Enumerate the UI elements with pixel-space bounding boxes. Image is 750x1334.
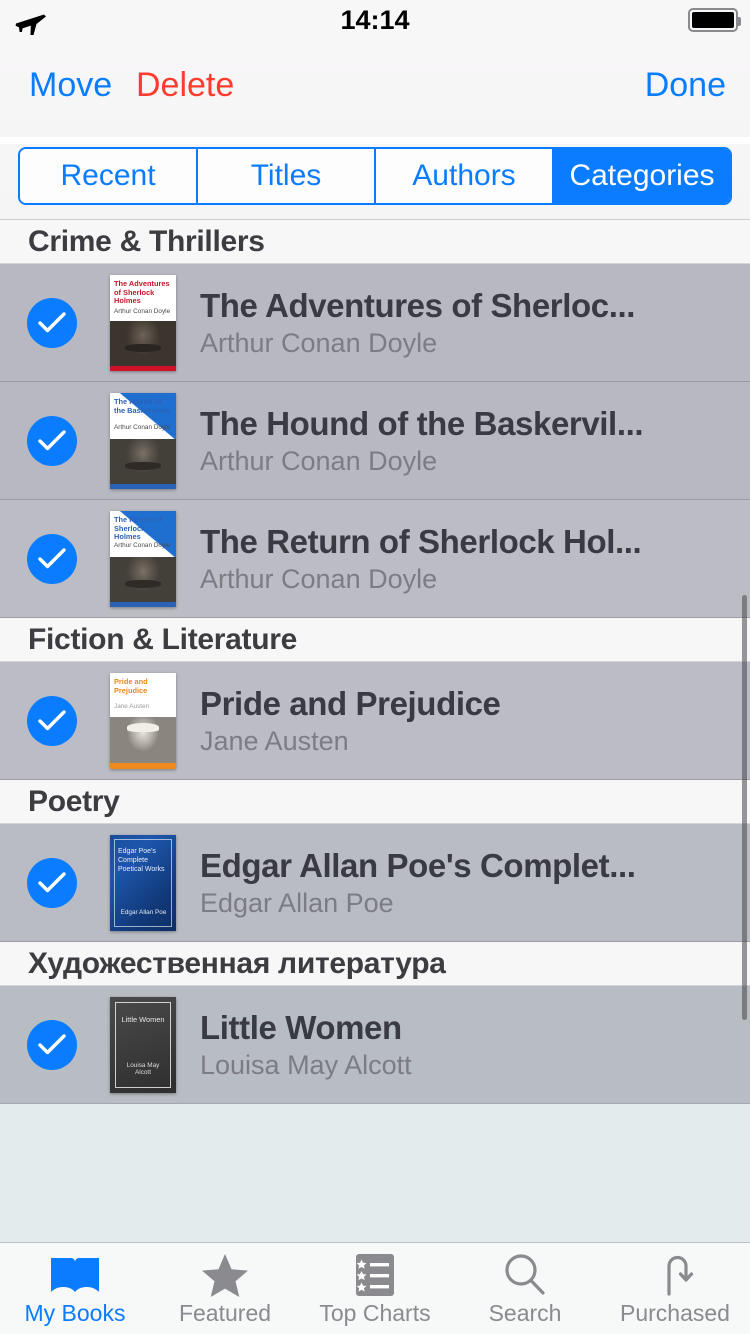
table-row[interactable]: The Hound of the Baskervilles Arthur Con…: [0, 382, 750, 500]
section-header-poetry: Poetry: [0, 780, 750, 824]
book-cover: The Return of Sherlock Holmes Arthur Con…: [110, 511, 176, 607]
tab-label: Purchased: [620, 1300, 730, 1326]
book-cover: Pride and Prejudice Jane Austen: [110, 673, 176, 769]
tab-bar: My Books Featured Top Charts Search Purc…: [0, 1242, 750, 1334]
book-title: Little Women: [200, 1009, 402, 1046]
tab-top-charts[interactable]: Top Charts: [300, 1243, 450, 1334]
book-author: Louisa May Alcott: [200, 1050, 412, 1080]
book-author: Edgar Allan Poe: [200, 888, 394, 918]
cover-title: Pride and Prejudice: [114, 677, 148, 695]
book-meta: Edgar Allan Poe's Complet... Edgar Allan…: [200, 847, 750, 919]
move-button[interactable]: Move: [29, 66, 112, 105]
delete-button[interactable]: Delete: [136, 66, 234, 105]
sort-segmented-control[interactable]: Recent Titles Authors Categories: [18, 147, 732, 205]
cover-title: Edgar Poe's Complete Poetical Works: [118, 848, 165, 873]
book-meta: Pride and Prejudice Jane Austen: [200, 685, 750, 757]
tab-search[interactable]: Search: [450, 1243, 600, 1334]
section-title: Fiction & Literature: [28, 622, 298, 656]
section-title: Crime & Thrillers: [28, 224, 265, 258]
status-time: 14:14: [340, 4, 410, 35]
book-meta: The Hound of the Baskervil... Arthur Con…: [200, 405, 750, 477]
battery-full-icon: [688, 8, 741, 32]
selection-checkmark-icon[interactable]: [27, 696, 77, 746]
star-icon: [200, 1252, 250, 1298]
list-chart-icon: [353, 1252, 397, 1298]
book-meta: The Return of Sherlock Hol... Arthur Con…: [200, 523, 750, 595]
segment-authors[interactable]: Authors: [376, 149, 554, 203]
download-loop-icon: [654, 1252, 696, 1298]
airplane-mode-icon: [14, 5, 74, 37]
tab-label: Search: [488, 1300, 562, 1326]
selection-checkmark-icon[interactable]: [27, 534, 77, 584]
vertical-scrollbar[interactable]: [742, 595, 747, 1020]
cover-title: Little Women: [121, 1015, 165, 1024]
table-row[interactable]: Pride and Prejudice Jane Austen Pride an…: [0, 662, 750, 780]
selection-checkmark-icon[interactable]: [27, 298, 77, 348]
cover-author: Arthur Conan Doyle: [114, 308, 171, 315]
selection-checkmark-icon[interactable]: [27, 858, 77, 908]
book-list[interactable]: Crime & Thrillers The Adventures of Sher…: [0, 220, 750, 1242]
section-header-russian-fiction: Художественная литература: [0, 942, 750, 986]
cover-author: Arthur Conan Doyle: [114, 424, 171, 431]
tab-label: Top Charts: [319, 1300, 431, 1326]
book-author: Arthur Conan Doyle: [200, 328, 438, 358]
book-cover: Little Women Louisa May Alcott: [110, 997, 176, 1093]
section-title: Художественная литература: [28, 946, 446, 980]
cover-author: Arthur Conan Doyle: [114, 542, 171, 549]
section-title: Poetry: [28, 784, 120, 818]
tab-featured[interactable]: Featured: [150, 1243, 300, 1334]
table-row[interactable]: The Return of Sherlock Holmes Arthur Con…: [0, 500, 750, 618]
segmented-control-container: Recent Titles Authors Categories: [0, 144, 750, 220]
books-app-screen: 14:14 Move Delete Done Recent Titles Aut…: [0, 0, 750, 1334]
book-meta: The Adventures of Sherloc... Arthur Cona…: [200, 287, 750, 359]
book-title: Pride and Prejudice: [200, 685, 501, 722]
book-author: Arthur Conan Doyle: [200, 446, 438, 476]
book-title: Edgar Allan Poe's Complet...: [200, 847, 636, 884]
cover-title: The Return of Sherlock Holmes: [114, 515, 163, 542]
tab-my-books[interactable]: My Books: [0, 1243, 150, 1334]
book-title: The Adventures of Sherloc...: [200, 287, 635, 324]
status-bar: 14:14: [0, 0, 750, 40]
tab-label: Featured: [178, 1300, 272, 1326]
cover-author: Louisa May Alcott: [126, 1061, 160, 1077]
cover-author: Jane Austen: [114, 703, 150, 710]
segment-recent[interactable]: Recent: [20, 149, 198, 203]
book-meta: Little Women Louisa May Alcott: [200, 1009, 750, 1081]
magnifier-icon: [501, 1252, 549, 1298]
book-cover: The Hound of the Baskervilles Arthur Con…: [110, 393, 176, 489]
table-row[interactable]: Edgar Poe's Complete Poetical Works Edga…: [0, 824, 750, 942]
segment-categories[interactable]: Categories: [554, 149, 730, 203]
book-cover: Edgar Poe's Complete Poetical Works Edga…: [110, 835, 176, 931]
tab-purchased[interactable]: Purchased: [600, 1243, 750, 1334]
open-book-icon: [47, 1252, 103, 1298]
cover-title: The Hound of the Baskervilles: [114, 397, 171, 415]
done-button[interactable]: Done: [645, 66, 726, 105]
segment-titles[interactable]: Titles: [198, 149, 376, 203]
book-title: The Return of Sherlock Hol...: [200, 523, 642, 560]
table-row[interactable]: Little Women Louisa May Alcott Little Wo…: [0, 986, 750, 1104]
book-author: Arthur Conan Doyle: [200, 564, 438, 594]
cover-author: Edgar Allan Poe: [120, 909, 167, 917]
section-header-fiction-literature: Fiction & Literature: [0, 618, 750, 662]
tab-label: My Books: [24, 1300, 126, 1326]
navigation-bar: Move Delete Done: [0, 40, 750, 137]
book-cover: The Adventures of Sherlock Holmes Arthur…: [110, 275, 176, 371]
book-title: The Hound of the Baskervil...: [200, 405, 644, 442]
selection-checkmark-icon[interactable]: [27, 1020, 77, 1070]
section-header-crime-thrillers: Crime & Thrillers: [0, 220, 750, 264]
book-author: Jane Austen: [200, 726, 349, 756]
cover-title: The Adventures of Sherlock Holmes: [114, 279, 170, 306]
table-row[interactable]: The Adventures of Sherlock Holmes Arthur…: [0, 264, 750, 382]
selection-checkmark-icon[interactable]: [27, 416, 77, 466]
